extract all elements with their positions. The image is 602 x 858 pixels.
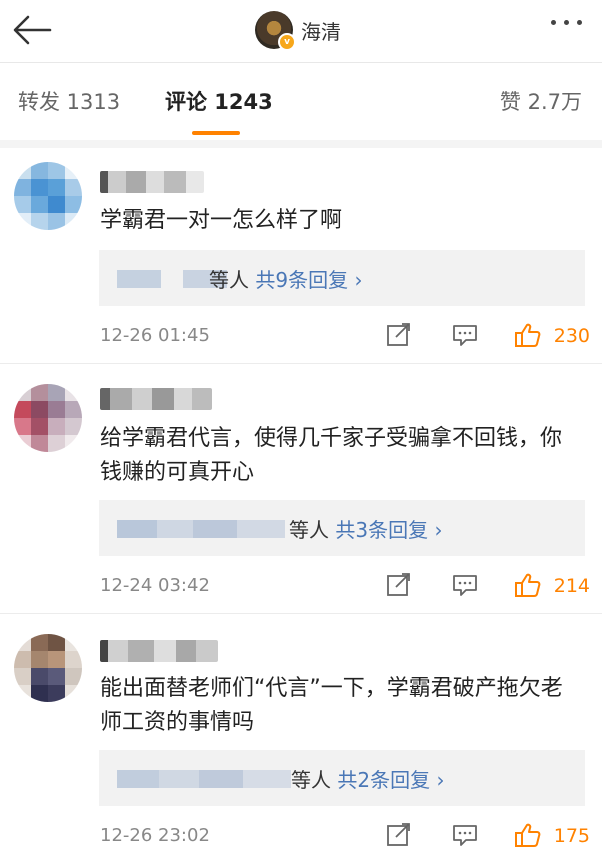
like-count: 175 — [553, 825, 590, 847]
comment-item: 能出面替老师们“代言”一下，学霸君破产拖欠老师工资的事情吗 等人 共2条回复 ›… — [0, 614, 602, 858]
repost-icon[interactable] — [386, 573, 412, 597]
comment-text: 能出面替老师们“代言”一下，学霸君破产拖欠老师工资的事情吗 — [100, 676, 563, 735]
comment-time: 12-26 01:45 — [100, 325, 210, 346]
repost-icon[interactable] — [386, 323, 412, 347]
view-replies-link[interactable]: 共3条回复 › — [335, 518, 442, 542]
avatar[interactable]: v — [255, 11, 296, 51]
comment-time: 12-26 23:02 — [100, 825, 210, 846]
avatar[interactable] — [14, 634, 82, 702]
reply-users-blurred — [117, 770, 291, 788]
top-bar: v 海清 — [0, 0, 602, 62]
reply-summary: 等人 共9条回复 › — [209, 264, 362, 293]
comment-icon[interactable] — [452, 323, 478, 347]
comment-footer: 12-26 01:45 230 — [100, 321, 590, 351]
username-blurred[interactable] — [100, 171, 204, 193]
reply-preview[interactable]: 等人 共2条回复 › — [99, 750, 585, 806]
comment-item: 学霸君一对一怎么样了啊 等人 共9条回复 › 12-26 01:45 230 — [0, 148, 602, 363]
reply-suffix: 等人 — [291, 768, 331, 792]
page-title: 海清 — [301, 19, 341, 44]
header-title-group[interactable]: v 海清 — [255, 8, 341, 52]
reply-suffix: 等人 — [289, 518, 329, 542]
avatar[interactable] — [14, 384, 82, 452]
comment-time: 12-24 03:42 — [100, 575, 210, 596]
tab-bar: 转发 1313 评论 1243 赞 2.7万 — [0, 62, 602, 140]
active-tab-indicator — [192, 131, 240, 135]
comment-footer: 12-26 23:02 175 — [100, 821, 590, 851]
reply-suffix: 等人 — [209, 268, 249, 292]
tab-likes[interactable]: 赞 2.7万 — [500, 86, 582, 116]
reply-preview[interactable]: 等人 共9条回复 › — [99, 250, 585, 306]
repost-icon[interactable] — [386, 823, 412, 847]
tab-reposts[interactable]: 转发 1313 — [18, 86, 120, 116]
reply-preview[interactable]: 等人 共3条回复 › — [99, 500, 585, 556]
more-dots-icon[interactable] — [551, 20, 582, 25]
view-replies-link[interactable]: 共9条回复 › — [255, 268, 362, 292]
comment-text: 给学霸君代言，使得几千家子受骗拿不回钱，你钱赚的可真开心 — [100, 426, 563, 485]
username-blurred[interactable] — [100, 640, 218, 662]
like-count: 230 — [553, 325, 590, 347]
tab-comments[interactable]: 评论 1243 — [165, 86, 273, 116]
reply-summary: 等人 共2条回复 › — [291, 764, 444, 793]
arrow-left-icon[interactable] — [12, 14, 52, 46]
username-blurred[interactable] — [100, 388, 212, 410]
like-count: 214 — [553, 575, 590, 597]
comment-icon[interactable] — [452, 823, 478, 847]
comment-footer: 12-24 03:42 214 — [100, 571, 590, 601]
verified-badge-icon: v — [278, 33, 296, 51]
thumbs-up-icon[interactable] — [515, 323, 541, 347]
comment-icon[interactable] — [452, 573, 478, 597]
comment-text: 学霸君一对一怎么样了啊 — [100, 208, 343, 233]
thumbs-up-icon[interactable] — [515, 823, 541, 847]
thumbs-up-icon[interactable] — [515, 573, 541, 597]
comment-item: 给学霸君代言，使得几千家子受骗拿不回钱，你钱赚的可真开心 等人 共3条回复 › … — [0, 364, 602, 612]
avatar[interactable] — [14, 162, 82, 230]
reply-summary: 等人 共3条回复 › — [289, 514, 442, 543]
section-gap — [0, 140, 602, 148]
reply-users-blurred — [117, 520, 285, 538]
view-replies-link[interactable]: 共2条回复 › — [337, 768, 444, 792]
